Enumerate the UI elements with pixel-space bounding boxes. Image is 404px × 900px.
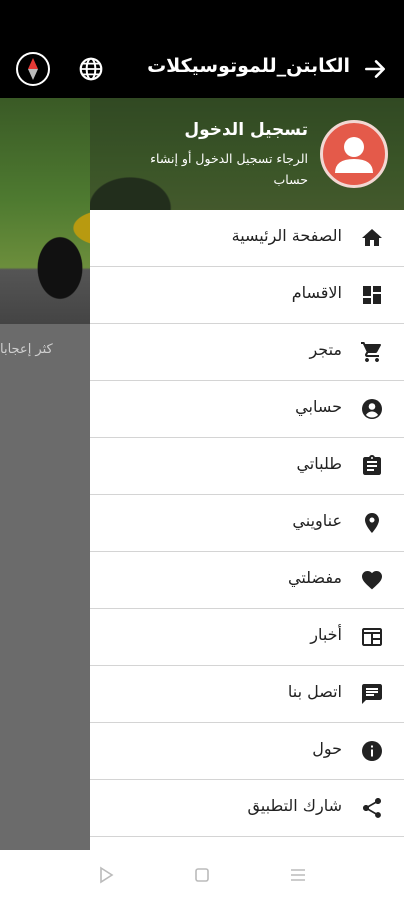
- menu-item-account[interactable]: حسابي: [90, 381, 404, 438]
- background-page-overlay[interactable]: كثر إعجابا: [0, 98, 90, 850]
- recent-apps-icon[interactable]: [288, 865, 308, 885]
- chat-icon: [362, 684, 382, 704]
- info-icon: [362, 741, 382, 761]
- clipboard-icon: [363, 455, 381, 475]
- banner-image: [0, 98, 90, 324]
- arrow-right-icon[interactable]: [362, 56, 388, 82]
- menu-item-label: حسابي: [295, 397, 342, 416]
- menu-item-label: طلباتي: [296, 454, 342, 473]
- menu-item-label: الاقسام: [291, 283, 342, 302]
- menu-item-label: الصفحة الرئيسية: [231, 226, 342, 245]
- square-home-icon[interactable]: [192, 865, 212, 885]
- news-icon: [362, 628, 382, 646]
- triangle-back-icon[interactable]: [96, 865, 116, 885]
- background-section-title: كثر إعجابا: [0, 342, 53, 357]
- login-subtitle: الرجاء تسجيل الدخول أو إنشاء حساب: [150, 151, 308, 187]
- menu-item-contact[interactable]: اتصل بنا: [90, 666, 404, 723]
- menu-item-label: اتصل بنا: [287, 682, 342, 701]
- globe-icon[interactable]: [78, 56, 104, 82]
- heart-icon: [362, 571, 382, 590]
- menu-item-categories[interactable]: الاقسام: [90, 267, 404, 324]
- app-title: الكابتن_للموتوسيكلات: [147, 55, 350, 77]
- menu-item-addresses[interactable]: عناويني: [90, 495, 404, 552]
- home-icon: [362, 229, 382, 246]
- drawer-header[interactable]: تسجيل الدخول الرجاء تسجيل الدخول أو إنشا…: [90, 98, 404, 210]
- system-navigation-bar: [0, 850, 404, 900]
- menu-item-home[interactable]: الصفحة الرئيسية: [90, 210, 404, 267]
- menu-item-about[interactable]: حول: [90, 723, 404, 780]
- menu-item-label: متجر: [309, 340, 342, 359]
- account-icon: [362, 399, 382, 419]
- menu-item-label: أخبار: [310, 625, 342, 644]
- menu-item-news[interactable]: أخبار: [90, 609, 404, 666]
- app-bar: الكابتن_للموتوسيكلات: [0, 40, 404, 98]
- menu-item-label: حول: [312, 739, 342, 758]
- cart-icon: [361, 342, 381, 362]
- menu-item-store[interactable]: متجر: [90, 324, 404, 381]
- avatar[interactable]: [320, 120, 388, 188]
- location-icon: [365, 513, 379, 533]
- compass-icon[interactable]: [16, 52, 50, 86]
- menu-item-orders[interactable]: طلباتي: [90, 438, 404, 495]
- status-bar: [0, 0, 404, 40]
- dashboard-icon: [363, 286, 381, 304]
- menu-item-label: مفضلتي: [288, 568, 342, 587]
- menu-item-share[interactable]: شارك التطبيق: [90, 780, 404, 837]
- menu-item-label: عناويني: [292, 511, 342, 530]
- drawer-menu: الصفحة الرئيسية الاقسام متجر حسابي طلبات…: [90, 210, 404, 850]
- share-icon: [363, 798, 381, 818]
- menu-item-label: شارك التطبيق: [247, 796, 342, 815]
- menu-item-favorites[interactable]: مفضلتي: [90, 552, 404, 609]
- login-title[interactable]: تسجيل الدخول: [184, 120, 308, 140]
